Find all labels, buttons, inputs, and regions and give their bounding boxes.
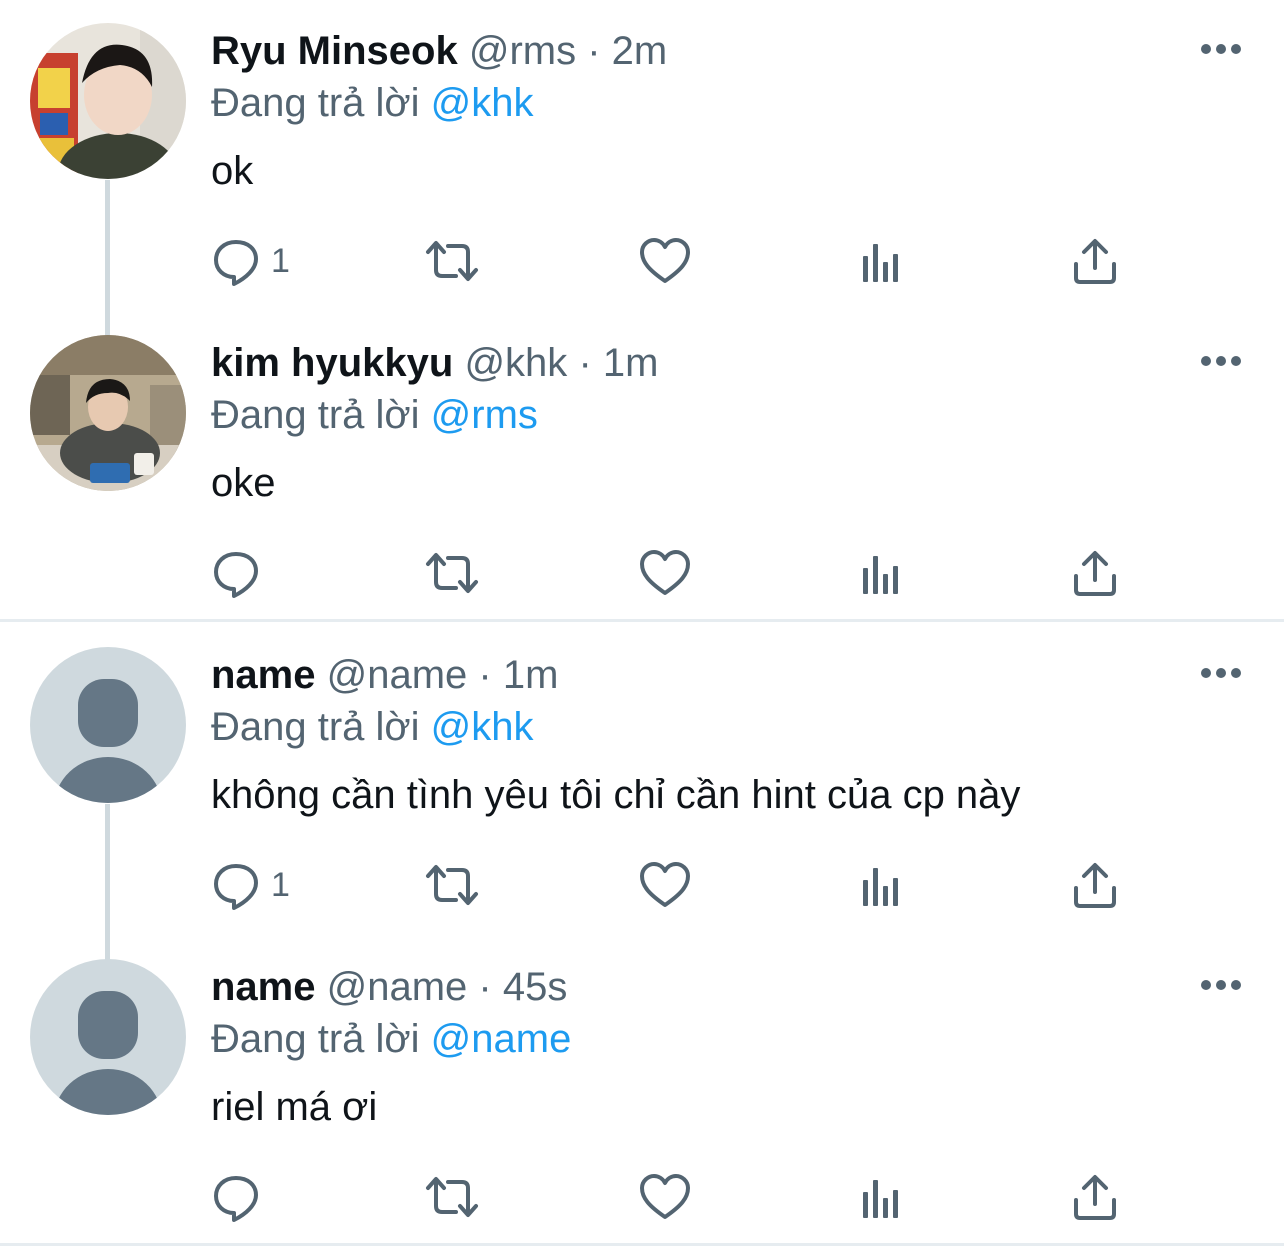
- mention-link[interactable]: @name: [431, 1017, 572, 1061]
- like-button[interactable]: [639, 1172, 691, 1222]
- timestamp[interactable]: 45s: [503, 965, 568, 1009]
- more-icon[interactable]: [1196, 34, 1246, 64]
- tweet-text: oke: [211, 461, 276, 505]
- share-icon: [1071, 1172, 1119, 1222]
- user-handle[interactable]: @name: [327, 653, 468, 697]
- reply-icon: [211, 236, 261, 286]
- tweet-text: không cần tình yêu tôi chỉ cần hint của …: [211, 773, 1021, 817]
- replying-to: Đang trả lời @name: [211, 1016, 571, 1062]
- reply-count: 1: [271, 865, 290, 904]
- replying-label: Đang trả lời: [211, 1017, 420, 1061]
- tweet-header: name @name · 1m: [211, 652, 558, 698]
- reply-icon: [211, 860, 261, 910]
- separator-dot: ·: [587, 29, 601, 73]
- views-icon: [859, 860, 903, 910]
- retweet-button[interactable]: [424, 548, 480, 598]
- views-icon: [859, 1172, 903, 1222]
- reply-icon: [211, 1172, 261, 1222]
- like-icon: [639, 548, 691, 598]
- display-name[interactable]: kim hyukkyu: [211, 341, 453, 385]
- action-bar: 1: [211, 860, 1211, 910]
- retweet-button[interactable]: [424, 1172, 480, 1222]
- replying-label: Đang trả lời: [211, 393, 420, 437]
- replying-to: Đang trả lời @khk: [211, 80, 534, 126]
- timestamp[interactable]: 2m: [612, 29, 668, 73]
- views-button[interactable]: [859, 236, 903, 286]
- share-button[interactable]: [1071, 548, 1119, 598]
- like-icon: [639, 236, 691, 286]
- share-button[interactable]: [1071, 860, 1119, 910]
- timestamp[interactable]: 1m: [603, 341, 659, 385]
- tweet[interactable]: kim hyukkyu @khk · 1m Đang trả lời @rms …: [0, 312, 1284, 624]
- avatar[interactable]: [30, 23, 186, 179]
- default-avatar-icon[interactable]: [30, 959, 186, 1115]
- mention-link[interactable]: @khk: [431, 81, 534, 125]
- views-icon: [859, 548, 903, 598]
- like-button[interactable]: [639, 548, 691, 598]
- replying-to: Đang trả lời @khk: [211, 704, 534, 750]
- thread-divider: [0, 1243, 1284, 1246]
- user-handle[interactable]: @rms: [469, 29, 576, 73]
- display-name[interactable]: name: [211, 965, 316, 1009]
- tweet[interactable]: name @name · 1m Đang trả lời @khk không …: [0, 624, 1284, 936]
- replying-to: Đang trả lời @rms: [211, 392, 538, 438]
- tweet-text: ok: [211, 149, 254, 193]
- thread-divider: [0, 619, 1284, 622]
- like-button[interactable]: [639, 860, 691, 910]
- separator-dot: ·: [478, 653, 492, 697]
- user-handle[interactable]: @khk: [464, 341, 567, 385]
- views-button[interactable]: [859, 548, 903, 598]
- tweet[interactable]: Ryu Minseok @rms · 2m Đang trả lời @khk …: [0, 0, 1284, 312]
- user-handle[interactable]: @name: [327, 965, 468, 1009]
- views-icon: [859, 236, 903, 286]
- views-button[interactable]: [859, 1172, 903, 1222]
- views-button[interactable]: [859, 860, 903, 910]
- retweet-button[interactable]: [424, 860, 480, 910]
- tweet[interactable]: name @name · 45s Đang trả lời @name riel…: [0, 936, 1284, 1248]
- share-button[interactable]: [1071, 1172, 1119, 1222]
- timestamp[interactable]: 1m: [503, 653, 559, 697]
- retweet-icon: [424, 860, 480, 910]
- more-icon[interactable]: [1196, 346, 1246, 376]
- retweet-icon: [424, 236, 480, 286]
- separator-dot: ·: [478, 965, 492, 1009]
- more-icon[interactable]: [1196, 658, 1246, 688]
- like-icon: [639, 1172, 691, 1222]
- action-bar: [211, 548, 1211, 598]
- tweet-header: kim hyukkyu @khk · 1m: [211, 340, 658, 386]
- retweet-button[interactable]: [424, 236, 480, 286]
- default-avatar-icon[interactable]: [30, 647, 186, 803]
- tweet-text: riel má ơi: [211, 1085, 378, 1129]
- tweet-header: name @name · 45s: [211, 964, 567, 1010]
- share-icon: [1071, 548, 1119, 598]
- reply-count: 1: [271, 241, 290, 280]
- share-button[interactable]: [1071, 236, 1119, 286]
- more-icon[interactable]: [1196, 970, 1246, 1000]
- display-name[interactable]: name: [211, 653, 316, 697]
- mention-link[interactable]: @rms: [431, 393, 538, 437]
- share-icon: [1071, 236, 1119, 286]
- tweet-header: Ryu Minseok @rms · 2m: [211, 28, 667, 74]
- action-bar: 1: [211, 236, 1211, 286]
- reply-button[interactable]: 1: [211, 860, 290, 910]
- display-name[interactable]: Ryu Minseok: [211, 29, 458, 73]
- avatar[interactable]: [30, 335, 186, 491]
- replying-label: Đang trả lời: [211, 81, 420, 125]
- reply-button[interactable]: [211, 548, 271, 598]
- replying-label: Đang trả lời: [211, 705, 420, 749]
- retweet-icon: [424, 1172, 480, 1222]
- reply-button[interactable]: 1: [211, 236, 290, 286]
- like-button[interactable]: [639, 236, 691, 286]
- reply-button[interactable]: [211, 1172, 271, 1222]
- retweet-icon: [424, 548, 480, 598]
- separator-dot: ·: [578, 341, 592, 385]
- share-icon: [1071, 860, 1119, 910]
- mention-link[interactable]: @khk: [431, 705, 534, 749]
- action-bar: [211, 1172, 1211, 1222]
- reply-icon: [211, 548, 261, 598]
- like-icon: [639, 860, 691, 910]
